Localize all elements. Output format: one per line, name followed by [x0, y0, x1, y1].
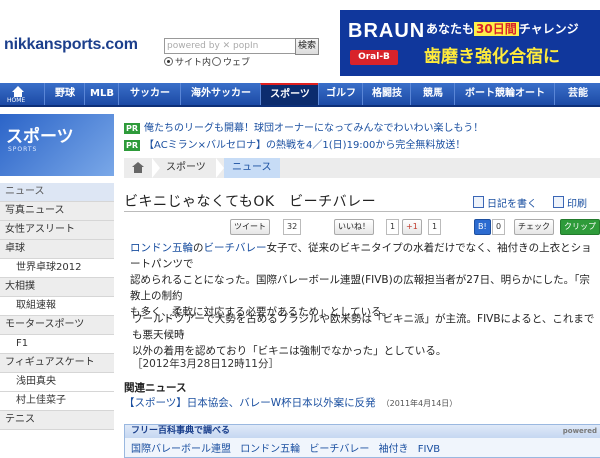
- sidebar-item-news[interactable]: ニュース: [0, 183, 114, 202]
- breadcrumb-sports[interactable]: スポーツ: [166, 158, 206, 178]
- home-icon[interactable]: HOME: [0, 83, 36, 105]
- pr-link-1[interactable]: 俺たちのリーグも開幕！球団オーナーになってみんなでわいわい楽しもう！: [144, 123, 483, 134]
- sidebar-item-world-table-tennis[interactable]: 世界卓球2012: [0, 259, 114, 278]
- nav-boat-keirin[interactable]: ボート競輪オート: [454, 83, 555, 105]
- tweet-button[interactable]: ツイート: [230, 219, 270, 235]
- encyclopedia-title: フリー百科事典で調べる: [131, 426, 231, 436]
- related-news-item[interactable]: 【スポーツ】日本協会、バレーW杯日本以外案に反発 （2011年4月14日）: [124, 395, 457, 410]
- nav-sports[interactable]: スポーツ: [260, 83, 319, 105]
- like-button[interactable]: いいね！: [334, 219, 374, 235]
- encyclopedia-powered: powered: [562, 427, 597, 435]
- site-logo[interactable]: nikkansports.com: [4, 36, 138, 54]
- encyclopedia-header: フリー百科事典で調べる powered: [125, 425, 600, 438]
- sidebar-item-tennis[interactable]: テニス: [0, 411, 114, 430]
- ad-headline: あなたも 30日間 チャレンジ: [426, 20, 579, 37]
- sidebar-item-sumo[interactable]: 大相撲: [0, 278, 114, 297]
- p2-line1: ワールドツアーで大勢を占めるブラジルや欧米勢は「ビキニ派」が主流。FIVBによる…: [132, 313, 595, 341]
- headline-divider: [124, 211, 600, 212]
- diary-icon: [473, 196, 484, 208]
- ad-line1-pre: あなたも: [426, 22, 475, 36]
- ad-tagline: 歯磨き強化合宿に: [424, 47, 560, 67]
- nav-horse-racing[interactable]: 競馬: [410, 83, 455, 105]
- radio-unchecked-icon: [212, 57, 221, 66]
- diary-label: 日記を書く: [487, 199, 537, 210]
- term-link[interactable]: FIVB: [418, 444, 440, 455]
- pr-tag: PR: [124, 123, 141, 134]
- link-beach-volleyball[interactable]: ビーチバレー: [204, 242, 267, 254]
- radio-web[interactable]: ウェブ: [212, 55, 250, 68]
- ad-line1-highlight: 30日間: [474, 22, 519, 36]
- tweet-count: 32: [283, 219, 302, 235]
- sports-subtitle: SPORTS: [8, 146, 38, 153]
- term-link[interactable]: ロンドン五輪: [240, 444, 300, 455]
- breadcrumb-separator-icon: [216, 158, 224, 178]
- sidebar-item-motorsports[interactable]: モータースポーツ: [0, 316, 114, 335]
- breadcrumb-home-icon[interactable]: [132, 162, 144, 174]
- term-link[interactable]: ビーチバレー: [309, 444, 369, 455]
- home-label: HOME: [7, 97, 26, 104]
- print-icon: [553, 196, 564, 208]
- ad-banner[interactable]: BRAUN Oral-B あなたも 30日間 チャレンジ 歯磨き強化合宿に: [340, 10, 600, 76]
- like-count: 1: [386, 219, 400, 235]
- nav-mlb[interactable]: MLB: [84, 83, 119, 105]
- breadcrumb: スポーツ ニュース: [124, 158, 600, 178]
- article-headline: ビキニじゃなくてもOK ビーチバレー: [124, 194, 377, 210]
- term-link[interactable]: 国際バレーボール連盟: [131, 444, 231, 455]
- breadcrumb-news[interactable]: ニュース: [224, 158, 280, 178]
- ad-subbrand: Oral-B: [350, 50, 398, 65]
- text-no: の: [193, 242, 204, 254]
- search-button[interactable]: 検索: [295, 38, 319, 55]
- print-label: 印刷: [567, 199, 587, 210]
- encyclopedia-box: フリー百科事典で調べる powered 国際バレーボール連盟 ロンドン五輪 ビー…: [124, 424, 600, 458]
- sidebar-item-female-athletes[interactable]: 女性アスリート: [0, 221, 114, 240]
- print-button[interactable]: 印刷: [553, 195, 587, 210]
- breadcrumb-separator-icon: [152, 158, 160, 178]
- related-news-title: 関連ニュース: [124, 382, 187, 394]
- check-button[interactable]: チェック: [514, 219, 554, 235]
- hatena-button[interactable]: B!: [474, 219, 491, 235]
- nav-overseas-soccer[interactable]: 海外サッカー: [180, 83, 261, 105]
- term-link[interactable]: 袖付き: [379, 444, 409, 455]
- encyclopedia-terms: 国際バレーボール連盟 ロンドン五輪 ビーチバレー 袖付き FIVB: [131, 440, 446, 455]
- diary-button[interactable]: 日記を書く: [473, 195, 537, 210]
- article-paragraph-1: ロンドン五輪のビーチバレー女子で、従来のビキニタイプの水着だけでなく、袖付きの上…: [130, 240, 600, 320]
- sidebar-item-photo-news[interactable]: 写真ニュース: [0, 202, 114, 221]
- search-input[interactable]: powered by ✕ popIn: [164, 38, 296, 54]
- pr-link-2[interactable]: 【ACミラン×バルセロナ】の熱戦を4／1(日)19:00から完全無料放送！: [144, 140, 465, 151]
- sidebar-item-table-tennis[interactable]: 卓球: [0, 240, 114, 259]
- p1-line2: 認められることになった。国際バレーボール連盟(FIVB)の広報担当者が27日、明…: [130, 274, 590, 302]
- pr-line-2[interactable]: PR 【ACミラン×バルセロナ】の熱戦を4／1(日)19:00から完全無料放送！: [124, 136, 465, 151]
- sidebar-item-sumo-results[interactable]: 取組速報: [0, 297, 114, 316]
- article-dateline: ［2012年3月28日12時11分］: [132, 358, 279, 370]
- nav-entertainment[interactable]: 芸能: [554, 83, 600, 105]
- sidebar-item-f1[interactable]: F1: [0, 335, 114, 354]
- related-news-link[interactable]: 【スポーツ】日本協会、バレーW杯日本以外案に反発: [124, 397, 376, 409]
- sidebar-item-figure-skating[interactable]: フィギュアスケート: [0, 354, 114, 373]
- nav-soccer[interactable]: サッカー: [118, 83, 181, 105]
- sidebar-item-asada-mao[interactable]: 浅田真央: [0, 373, 114, 392]
- pr-tag: PR: [124, 140, 141, 151]
- gplus-button[interactable]: +1: [402, 219, 422, 235]
- nav-golf[interactable]: ゴルフ: [318, 83, 363, 105]
- radio-site[interactable]: サイト内: [164, 55, 211, 68]
- nav-baseball[interactable]: 野球: [44, 83, 85, 105]
- nav-martial-arts[interactable]: 格闘技: [362, 83, 411, 105]
- sidebar-item-murakami-kanako[interactable]: 村上佳菜子: [0, 392, 114, 411]
- main-nav: HOME 野球 MLB サッカー 海外サッカー スポーツ ゴルフ 格闘技 競馬 …: [0, 83, 600, 107]
- pr-line-1[interactable]: PR 俺たちのリーグも開幕！球団オーナーになってみんなでわいわい楽しもう！: [124, 119, 483, 134]
- article-paragraph-2: ワールドツアーで大勢を占めるブラジルや欧米勢は「ビキニ派」が主流。FIVBによる…: [132, 311, 600, 359]
- link-london-olympics[interactable]: ロンドン五輪: [130, 242, 193, 254]
- gplus-count: 1: [428, 219, 442, 235]
- ad-brand: BRAUN: [348, 20, 426, 42]
- ad-line1-post: チャレンジ: [518, 22, 579, 36]
- sports-title: スポーツ: [6, 127, 74, 147]
- related-news-date: （2011年4月14日）: [381, 399, 458, 408]
- sports-section-banner[interactable]: スポーツ SPORTS: [0, 114, 114, 176]
- radio-site-label: サイト内: [175, 58, 212, 68]
- hatena-count: 0: [492, 219, 506, 235]
- radio-checked-icon: [164, 57, 173, 66]
- clip-button[interactable]: クリップ: [560, 219, 600, 235]
- radio-web-label: ウェブ: [223, 58, 251, 68]
